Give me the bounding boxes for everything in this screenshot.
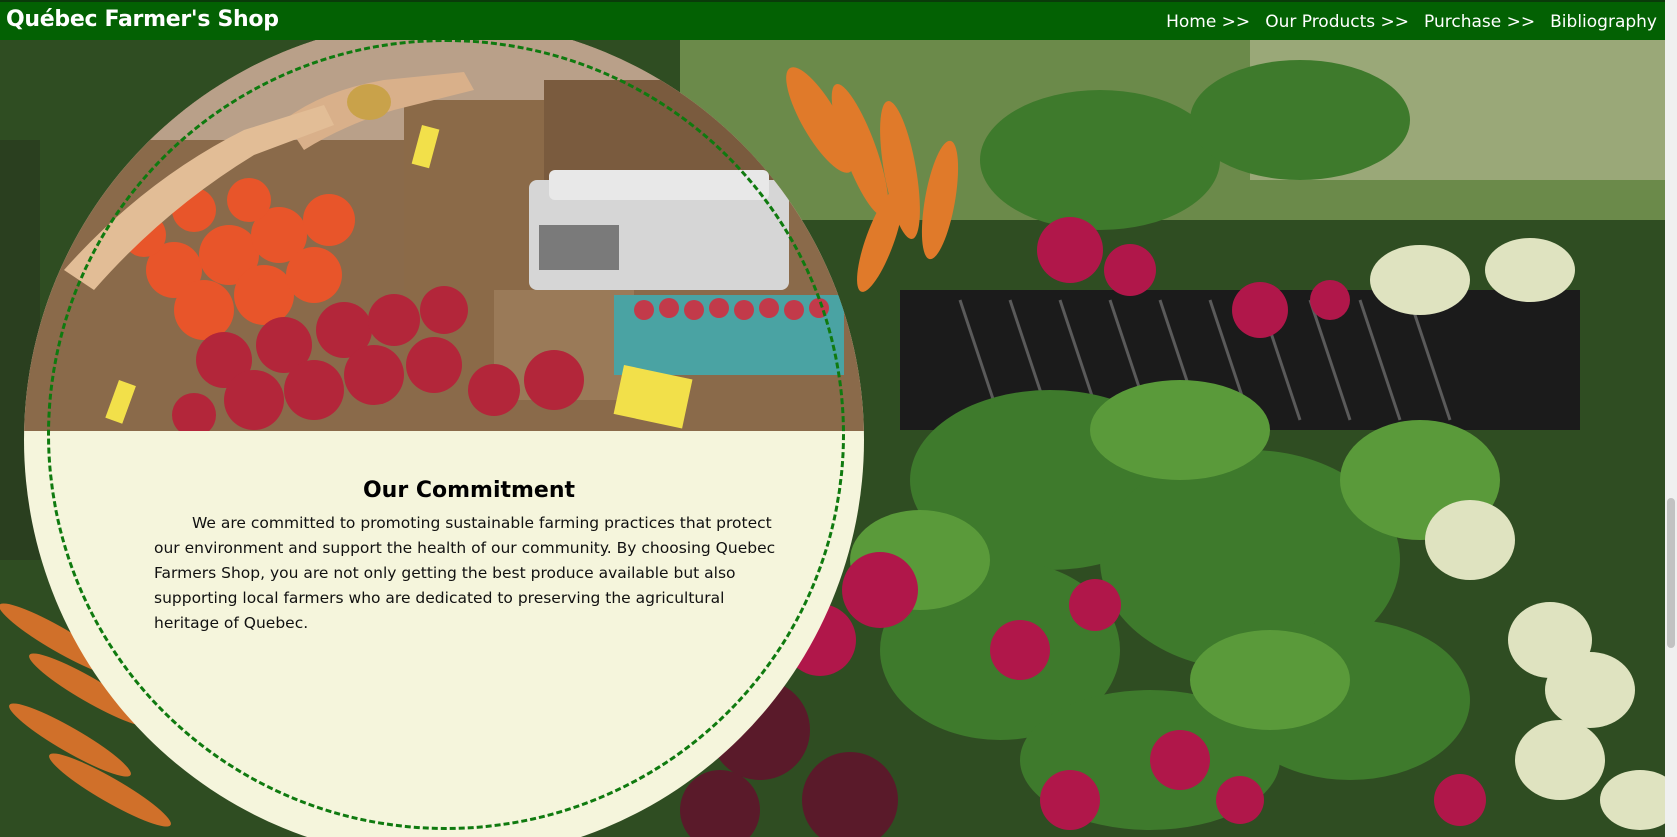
commitment-text: We are committed to promoting sustainabl… xyxy=(154,513,776,632)
nav-products-link[interactable]: Our Products >> xyxy=(1265,10,1409,34)
top-nav-bar: Québec Farmer's Shop Home >> Our Product… xyxy=(0,0,1665,40)
commitment-card: Our Commitment We are committed to promo… xyxy=(24,20,864,837)
scrollbar-thumb[interactable] xyxy=(1667,498,1675,648)
scrollbar[interactable] xyxy=(1665,0,1677,837)
commitment-title: Our Commitment xyxy=(362,478,576,504)
nav-purchase-link[interactable]: Purchase >> xyxy=(1424,10,1535,34)
nav-bibliography-link[interactable]: Bibliography xyxy=(1550,10,1657,34)
nav-home-link[interactable]: Home >> xyxy=(1166,10,1250,34)
market-stall-photo xyxy=(24,20,864,431)
site-brand[interactable]: Québec Farmer's Shop xyxy=(6,5,279,35)
main-nav: Home >> Our Products >> Purchase >> Bibl… xyxy=(1151,10,1657,34)
